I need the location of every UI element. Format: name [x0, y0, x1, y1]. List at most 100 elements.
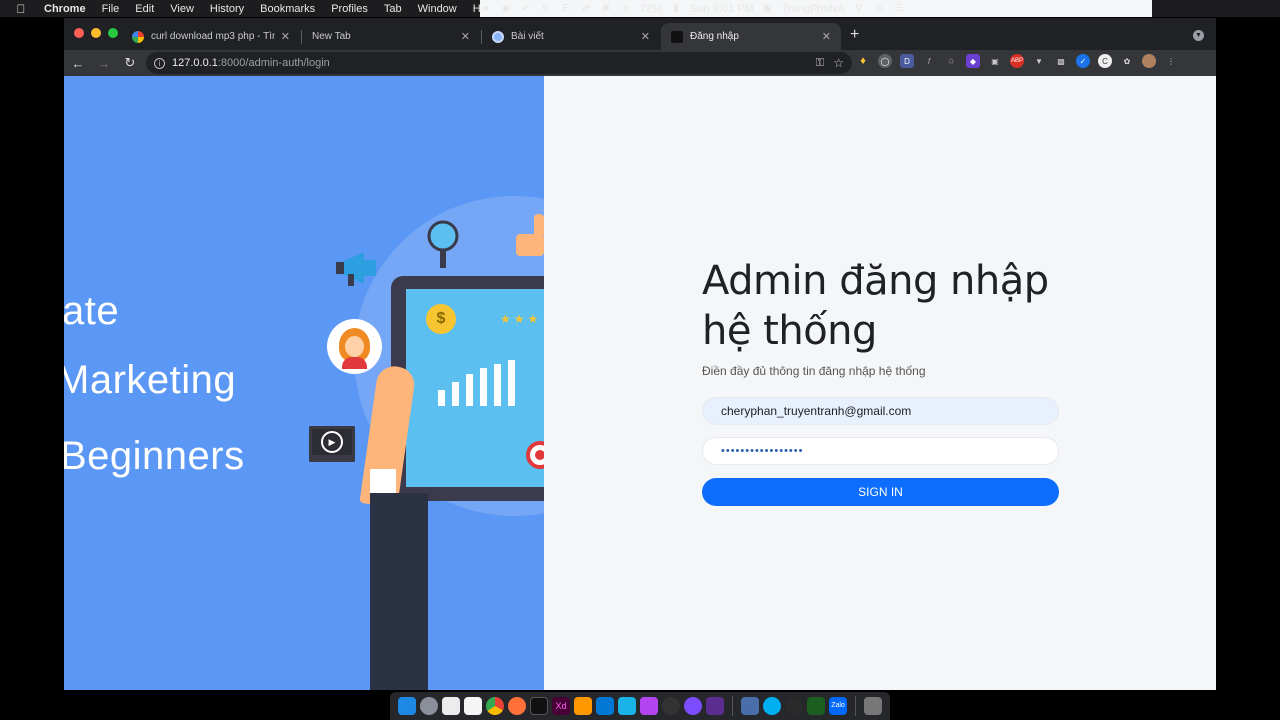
- close-tab-icon[interactable]: ✕: [822, 30, 831, 43]
- elephant-icon[interactable]: ◉: [500, 3, 512, 15]
- notes-icon[interactable]: [464, 697, 482, 715]
- thumbs-up-icon: [516, 214, 544, 256]
- tab-bai-viet[interactable]: Bài viết ✕: [482, 23, 660, 50]
- tab-google-search[interactable]: curl download mp3 php - Tìm v ✕: [122, 23, 300, 50]
- login-panel: Admin đăng nhập hệ thống Điền đầy đủ thô…: [544, 76, 1216, 690]
- menu-window[interactable]: Window: [410, 3, 465, 15]
- trash-icon[interactable]: [864, 697, 882, 715]
- site-info-icon[interactable]: i: [154, 57, 165, 69]
- sync-icon[interactable]: ⇄: [580, 3, 592, 15]
- password-key-icon[interactable]: ⚿: [816, 57, 824, 70]
- terminal-icon[interactable]: [530, 697, 548, 715]
- sign-in-button[interactable]: SIGN IN: [702, 478, 1059, 506]
- growth-bar: [452, 382, 459, 406]
- notification-center-icon[interactable]: ☰: [893, 3, 905, 15]
- menu-history[interactable]: History: [202, 3, 252, 15]
- tab-title: Đăng nhập: [690, 31, 739, 42]
- zoom-window-button[interactable]: [108, 28, 118, 38]
- user-name[interactable]: TrungPhuNA: [782, 3, 845, 15]
- shield-extension-icon[interactable]: ✓: [1076, 54, 1090, 68]
- close-tab-icon[interactable]: ✕: [641, 30, 650, 43]
- spotlight-search-icon[interactable]: ⚲: [853, 3, 865, 15]
- menu-bookmarks[interactable]: Bookmarks: [252, 3, 323, 15]
- title-line-1: Admin đăng nhập: [702, 258, 1049, 304]
- apple-menu-icon[interactable]: : [0, 2, 30, 16]
- chrome-icon[interactable]: [486, 697, 504, 715]
- clock[interactable]: Sun 9:01 PM: [690, 3, 754, 15]
- calendar-icon[interactable]: [442, 697, 460, 715]
- lightbulb-extension-icon[interactable]: ♦: [856, 54, 870, 68]
- chrome-dev-icon[interactable]: [785, 697, 803, 715]
- adobe-xd-icon[interactable]: Xd: [552, 697, 570, 715]
- page-title: Admin đăng nhập hệ thống: [702, 256, 1062, 356]
- tab-strip: curl download mp3 php - Tìm v ✕ New Tab …: [64, 18, 1216, 50]
- sublime-text-icon[interactable]: [574, 697, 592, 715]
- menu-file[interactable]: File: [94, 3, 128, 15]
- vue-extension-icon[interactable]: ▼: [1032, 54, 1046, 68]
- minimize-window-button[interactable]: [91, 28, 101, 38]
- tab-search-icon[interactable]: ▼: [1193, 30, 1204, 41]
- login-page: ate Marketing Beginners $ ★★★ ▶ Admin đă…: [64, 76, 1216, 690]
- finder-icon[interactable]: [398, 697, 416, 715]
- zalo-icon[interactable]: Zalo: [829, 697, 847, 715]
- back-icon[interactable]: ←: [66, 56, 90, 71]
- adblock-extension-icon[interactable]: ABP: [1010, 54, 1024, 68]
- bookmark-star-icon[interactable]: ☆: [833, 56, 844, 70]
- status-letter[interactable]: E: [560, 3, 572, 15]
- address-bar[interactable]: i 127.0.0.1 :8000/admin-auth/login ⚿ ☆: [146, 52, 852, 74]
- badge-extension-icon[interactable]: ◆: [966, 54, 980, 68]
- webstorm-icon[interactable]: [618, 697, 636, 715]
- tab-title: curl download mp3 php - Tìm v: [151, 31, 275, 42]
- wifi-icon[interactable]: ≋: [620, 3, 632, 15]
- siri-icon[interactable]: ◎: [873, 3, 885, 15]
- record-icon[interactable]: ●: [480, 3, 492, 15]
- dollar-coin-icon: $: [426, 304, 456, 334]
- menu-edit[interactable]: Edit: [127, 3, 162, 15]
- camera-extension-icon[interactable]: ▣: [988, 54, 1002, 68]
- github-icon[interactable]: [662, 697, 680, 715]
- more-menu-icon[interactable]: ⋮: [1164, 54, 1178, 68]
- rating-stars-icon: ★★★: [500, 312, 542, 326]
- tableplus-icon[interactable]: [741, 697, 759, 715]
- firefox-icon[interactable]: [508, 697, 526, 715]
- skype-icon[interactable]: [763, 697, 781, 715]
- messenger-icon[interactable]: [684, 697, 702, 715]
- growth-bar: [438, 390, 445, 406]
- font-extension-icon[interactable]: f: [922, 54, 936, 68]
- reload-icon[interactable]: ↻: [118, 55, 142, 71]
- tab-dang-nhap[interactable]: Đăng nhập ✕: [661, 23, 841, 50]
- new-tab-icon[interactable]: +: [850, 26, 859, 44]
- c-extension-icon[interactable]: C: [1098, 54, 1112, 68]
- battery-icon[interactable]: ▮: [670, 3, 682, 15]
- menu-view[interactable]: View: [162, 3, 202, 15]
- translate-extension-icon[interactable]: ▩: [1054, 54, 1068, 68]
- profile-avatar-icon[interactable]: [1142, 54, 1156, 68]
- password-field[interactable]: [702, 437, 1059, 465]
- title-line-2: hệ thống: [702, 308, 877, 354]
- d-extension-icon[interactable]: D: [900, 54, 914, 68]
- battery-percent[interactable]: 72%: [640, 3, 662, 15]
- bluetooth-icon[interactable]: ✱: [600, 3, 612, 15]
- email-field[interactable]: [702, 397, 1059, 425]
- puzzle-extensions-icon[interactable]: ✿: [1120, 54, 1134, 68]
- url-host: 127.0.0.1: [172, 57, 218, 69]
- screen-icon[interactable]: ▣: [762, 3, 774, 15]
- launchpad-icon[interactable]: [420, 697, 438, 715]
- page-icon: [671, 30, 683, 43]
- phpstorm-icon[interactable]: [640, 697, 658, 715]
- refresh-icon[interactable]: ↻: [540, 3, 552, 15]
- menu-profiles[interactable]: Profiles: [323, 3, 376, 15]
- menu-app-name[interactable]: Chrome: [30, 3, 94, 15]
- close-tab-icon[interactable]: ✕: [281, 30, 290, 43]
- close-tab-icon[interactable]: ✕: [461, 30, 470, 43]
- vscode-icon[interactable]: [596, 697, 614, 715]
- tab-new-tab[interactable]: New Tab ✕: [302, 23, 480, 50]
- forward-icon[interactable]: →: [92, 56, 116, 71]
- activity-monitor-icon[interactable]: [807, 697, 825, 715]
- check-circle-icon[interactable]: ✔: [520, 3, 532, 15]
- visual-studio-icon[interactable]: [706, 697, 724, 715]
- circle-extension-icon[interactable]: ◯: [878, 54, 892, 68]
- close-window-button[interactable]: [74, 28, 84, 38]
- menu-tab[interactable]: Tab: [376, 3, 410, 15]
- recycle-extension-icon[interactable]: ♻: [944, 54, 958, 68]
